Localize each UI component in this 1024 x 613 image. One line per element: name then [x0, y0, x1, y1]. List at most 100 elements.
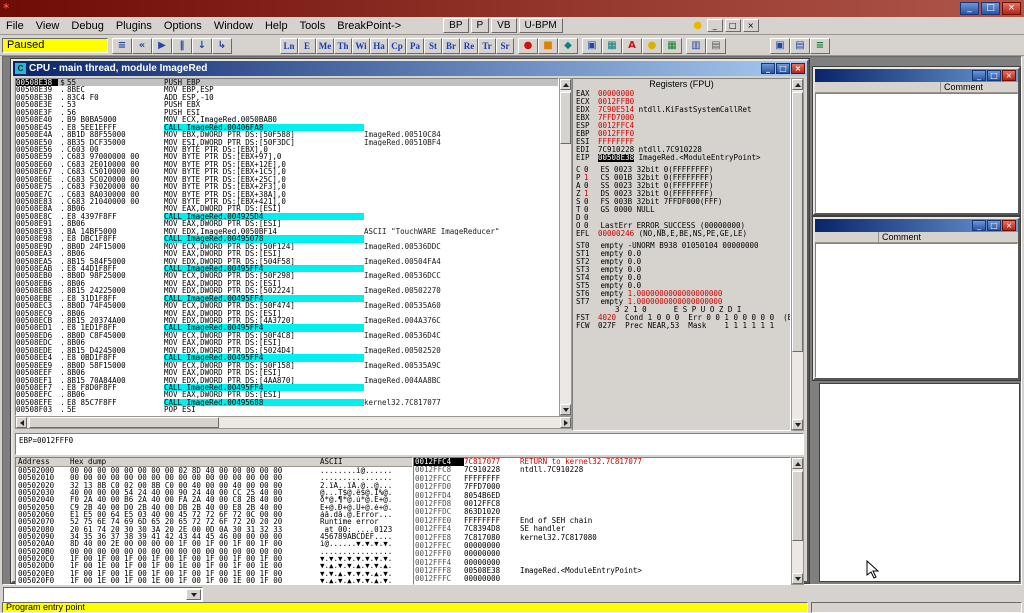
layout-icon[interactable]: ▤: [706, 38, 726, 54]
mdi-restore-button[interactable]: □: [725, 19, 741, 32]
disasm-row[interactable]: 00508E3F.56PUSH ESI: [16, 109, 558, 116]
run-icon[interactable]: ▶: [152, 38, 172, 54]
register-line[interactable]: ESIFFFFFFFF: [573, 138, 790, 146]
close-button[interactable]: ×: [791, 63, 805, 74]
scrollbar-thumb[interactable]: [560, 92, 571, 144]
close-button[interactable]: ×: [1002, 70, 1016, 81]
command-combobox[interactable]: [3, 587, 203, 602]
registers-pane[interactable]: Registers (FPU) EAX00000000ECX0012FFB0ED…: [572, 78, 791, 431]
dump-row[interactable]: 0050209034 35 36 37 38 39 41 42 43 44 45…: [16, 533, 412, 540]
dump-row[interactable]: 005020B000 00 00 00 00 00 00 00 00 00 00…: [16, 548, 412, 555]
dump-row[interactable]: 005020E01F 00 1F 00 1E 00 1F 00 1F 00 1F…: [16, 570, 412, 577]
disassembly-pane[interactable]: 00508E38$55PUSH EBP00508E39.8BECMOV EBP,…: [15, 78, 559, 416]
dump-pane[interactable]: Address Hex dump ASCII 0050200000 00 00 …: [15, 457, 413, 585]
disasm-row[interactable]: 00508E83.C683 21040000 00MOV BYTE PTR DS…: [16, 198, 558, 205]
info-pane[interactable]: EBP=0012FFF0: [15, 433, 804, 455]
stack-row[interactable]: 0012FFF400000000: [414, 559, 790, 567]
window-button-e[interactable]: E: [298, 38, 316, 54]
column-header-blank[interactable]: [815, 232, 879, 242]
disasm-row[interactable]: 00508E7C.C683 8A030000 00MOV BYTE PTR DS…: [16, 191, 558, 198]
register-line[interactable]: EFL00000246 (NO,NB,E,BE,NS,PE,GE,LE): [573, 230, 790, 238]
menu-file[interactable]: File: [0, 18, 30, 34]
disasm-row[interactable]: 00508E40.B9 B0BA5000MOV ECX,ImageRed.005…: [16, 116, 558, 123]
disasm-row[interactable]: 00508E91.8B06MOV EAX,DWORD PTR DS:[ESI]: [16, 220, 558, 227]
disasm-row[interactable]: 00508E8C.E8 4397F8FFCALL ImageRed.004925…: [16, 213, 558, 220]
dump-row[interactable]: 005020F01F 00 1E 00 1F 00 1E 00 1F 00 1F…: [16, 577, 412, 584]
maximize-button[interactable]: □: [776, 63, 790, 74]
disasm-row[interactable]: 00508E60.C683 2E010000 00MOV BYTE PTR DS…: [16, 161, 558, 168]
register-line[interactable]: D0: [573, 214, 790, 222]
disasm-row[interactable]: 00508ED6.8B0D C8F45000MOV ECX,DWORD PTR …: [16, 332, 558, 339]
stack-row[interactable]: 0012FFEC00000000: [414, 542, 790, 550]
dump-header-hex[interactable]: Hex dump: [70, 458, 320, 466]
stack-row[interactable]: 0012FFF800508E38ImageRed.<ModuleEntryPoi…: [414, 567, 790, 575]
disasm-row[interactable]: 00508ECB.8B15 20374A00MOV EDX,DWORD PTR …: [16, 317, 558, 324]
dump-row[interactable]: 0050207052 75 6E 74 69 6D 65 20 65 72 72…: [16, 518, 412, 525]
disasm-row[interactable]: 00508E56.C603 00MOV BYTE PTR DS:[EBX],0: [16, 146, 558, 153]
cascade-icon[interactable]: ▤: [790, 38, 810, 54]
close-button[interactable]: ×: [1002, 2, 1021, 15]
scroll-down-icon[interactable]: [560, 404, 571, 415]
register-line[interactable]: EDX7C90E514 ntdll.KiFastSystemCallRet: [573, 106, 790, 114]
stack-pane[interactable]: 0012FFC47C817077RETURN to kernel32.7C817…: [413, 457, 791, 585]
disasm-row[interactable]: 00508E75.C683 F3020000 00MOV BYTE PTR DS…: [16, 183, 558, 190]
menu-button-p[interactable]: P: [471, 18, 490, 33]
register-line[interactable]: O0 LastErr ERROR_SUCCESS (00000000): [573, 222, 790, 230]
disasm-row[interactable]: 00508EE4.E8 0BD1F8FFCALL ImageRed.00495F…: [16, 354, 558, 361]
register-line[interactable]: ST0 empty -UNORM B938 01050104 00000000: [573, 242, 790, 250]
dump-row[interactable]: 0050202032 13 8B C0 02 00 8B C0 00 40 00…: [16, 482, 412, 489]
dump-row[interactable]: 0050201000 00 00 00 00 00 00 00 00 00 00…: [16, 474, 412, 481]
dump-row[interactable]: 005020A08D 40 00 2E 00 00 00 00 1F 00 1F…: [16, 540, 412, 547]
stack-row[interactable]: 0012FFCCFFFFFFFF: [414, 475, 790, 483]
maximize-button[interactable]: □: [987, 220, 1001, 231]
register-line[interactable]: EDI7C910228 ntdll.7C910228: [573, 146, 790, 154]
register-line[interactable]: FST4020 Cond 1 0 0 0 Err 0 0 1 0 0 0 0 0…: [573, 314, 790, 322]
register-line[interactable]: T0 GS 0000 NULL: [573, 206, 790, 214]
disasm-row[interactable]: 00508EA5.8B15 584F5000MOV EDX,DWORD PTR …: [16, 258, 558, 265]
minimize-button[interactable]: _: [960, 2, 979, 15]
minimize-button[interactable]: _: [972, 70, 986, 81]
disasm-row[interactable]: 00508E3E.53PUSH EBX: [16, 101, 558, 108]
window-button-st[interactable]: St: [424, 38, 442, 54]
register-line[interactable]: EBP0012FFF0: [573, 130, 790, 138]
list-icon[interactable]: ≡: [810, 38, 830, 54]
window-button-br[interactable]: Br: [442, 38, 460, 54]
window-button-tr[interactable]: Tr: [478, 38, 496, 54]
window-button-me[interactable]: Me: [316, 38, 334, 54]
maximize-button[interactable]: □: [981, 2, 1000, 15]
column-header-blank[interactable]: [815, 82, 941, 92]
dump-row[interactable]: 00502060E1 E5 00 64 E5 03 40 00 45 72 72…: [16, 511, 412, 518]
register-line[interactable]: S0 FS 003B 32bit 7FFDF000(FFF): [573, 198, 790, 206]
analyze-icon[interactable]: A: [622, 38, 642, 54]
open-icon[interactable]: ≡: [112, 38, 132, 54]
register-line[interactable]: ESP0012FFC4: [573, 122, 790, 130]
disasm-row[interactable]: 00508EC9.8B06MOV EAX,DWORD PTR DS:[ESI]: [16, 310, 558, 317]
dump-row[interactable]: 005020D01F 00 1E 00 1F 00 1F 00 1E 00 1F…: [16, 562, 412, 569]
register-line[interactable]: ST6 empty 1.0000000000000000000: [573, 290, 790, 298]
mdi-minimize-button[interactable]: _: [707, 19, 723, 32]
scroll-up-icon[interactable]: [792, 79, 803, 90]
options-icon[interactable]: ◆: [558, 38, 578, 54]
breakpoint-icon[interactable]: ●: [518, 38, 538, 54]
stack-row[interactable]: 0012FFD07FFD7000: [414, 483, 790, 491]
menu-button-ubpm[interactable]: U-BPM: [519, 18, 563, 33]
pause-icon[interactable]: ‖: [172, 38, 192, 54]
menu-window[interactable]: Window: [208, 18, 259, 34]
scroll-right-icon[interactable]: [560, 417, 571, 428]
disasm-row[interactable]: 00508E59.C683 97000000 00MOV BYTE PTR DS…: [16, 153, 558, 160]
scroll-left-icon[interactable]: [16, 417, 27, 428]
stack-row[interactable]: 0012FFD80012FFC8: [414, 500, 790, 508]
register-line[interactable]: ECX0012FFB0: [573, 98, 790, 106]
window-button-th[interactable]: Th: [334, 38, 352, 54]
dump-row[interactable]: 0050200000 00 00 00 00 00 00 00 02 8D 40…: [16, 467, 412, 474]
step-over-icon[interactable]: ↳: [212, 38, 232, 54]
disasm-row[interactable]: 00508E45.E8 5EE1EFFFCALL ImageRed.00406F…: [16, 124, 558, 131]
stack-row[interactable]: 0012FFE87C817080kernel32.7C817080: [414, 534, 790, 542]
disasm-row[interactable]: 00508EFC.8B06MOV EAX,DWORD PTR DS:[ESI]: [16, 391, 558, 398]
close-button[interactable]: ×: [1002, 220, 1016, 231]
tile-icon[interactable]: ▣: [770, 38, 790, 54]
stack-row[interactable]: 0012FFF000000000: [414, 550, 790, 558]
disasm-row[interactable]: 00508EF1.8B15 70A84A00MOV EDX,DWORD PTR …: [16, 377, 558, 384]
disasm-row[interactable]: 00508EEF.8B06MOV EAX,DWORD PTR DS:[ESI]: [16, 369, 558, 376]
disasm-row[interactable]: 00508EDE.8B15 D4245000MOV EDX,DWORD PTR …: [16, 347, 558, 354]
